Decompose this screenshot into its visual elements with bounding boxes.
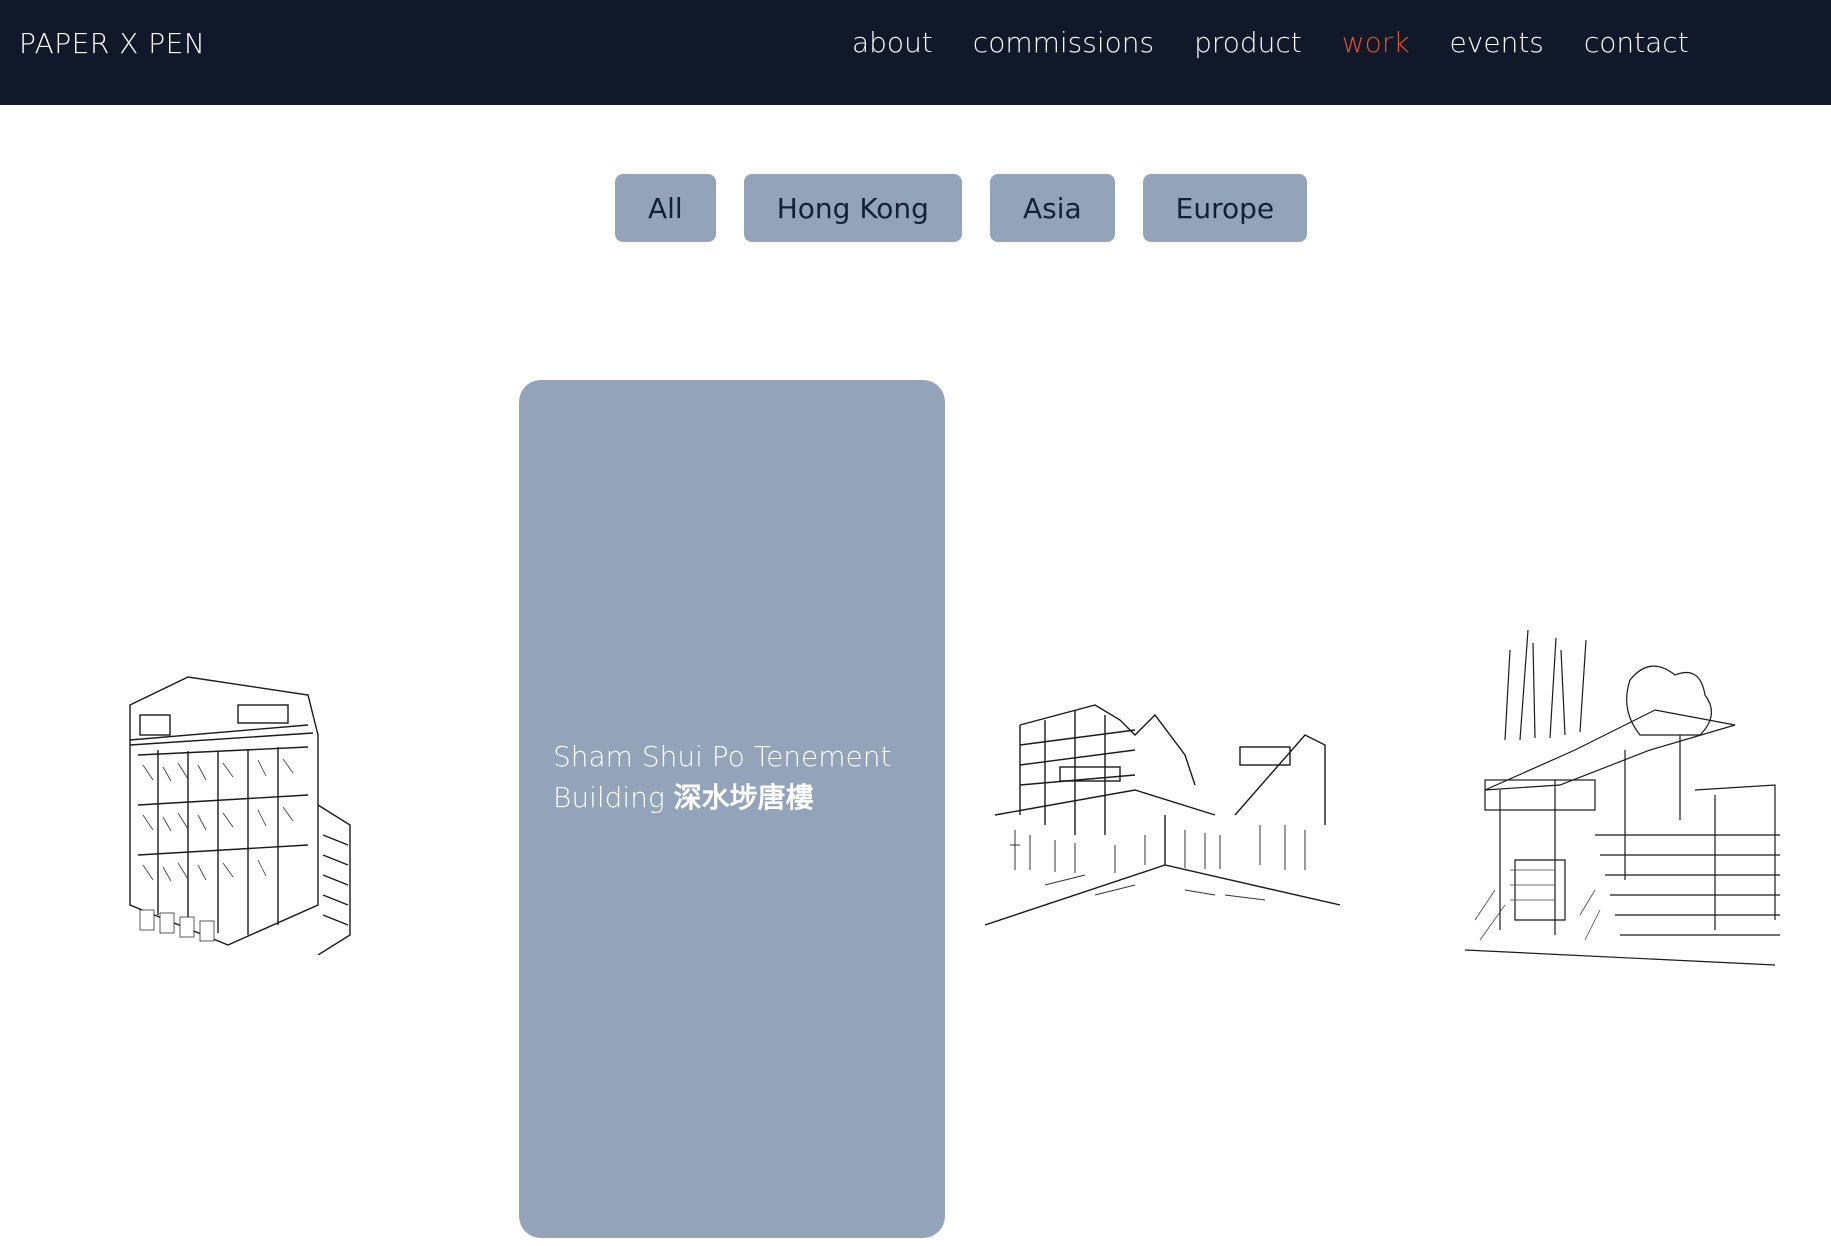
filter-all-button[interactable]: All (615, 174, 716, 242)
filter-asia-button[interactable]: Asia (989, 174, 1115, 242)
site-logo-text[interactable]: PAPER X PEN (19, 27, 205, 60)
market-street-sketch-image (985, 704, 1340, 926)
region-filter-bar: All Hong Kong Asia Europe (615, 174, 1308, 242)
featured-work-title: Sham Shui Po Tenement Building 深水埗唐樓 (553, 736, 915, 818)
nav-work-link[interactable]: work (1342, 26, 1410, 66)
nav-contact-link[interactable]: contact (1584, 26, 1689, 66)
filter-europe-button[interactable]: Europe (1142, 174, 1308, 242)
stall-sketch-image (129, 676, 351, 955)
hillside-stall-sketch-image (1465, 629, 1780, 966)
nav-commissions-link[interactable]: commissions (973, 26, 1154, 66)
gallery-item-hillside-stall-sketch[interactable] (1465, 620, 1785, 980)
nav-about-link[interactable]: about (852, 26, 933, 66)
gallery-item-market-street-sketch[interactable] (985, 695, 1340, 940)
featured-work-title-cjk: 深水埗唐樓 (673, 781, 814, 814)
nav-product-link[interactable]: product (1194, 26, 1302, 66)
nav-events-link[interactable]: events (1450, 26, 1544, 66)
gallery-item-stall-sketch[interactable] (118, 655, 353, 955)
filter-hong-kong-button[interactable]: Hong Kong (743, 174, 962, 242)
featured-work-card[interactable]: Sham Shui Po Tenement Building 深水埗唐樓 (519, 380, 945, 1238)
main-nav: about commissions product work events co… (852, 26, 1689, 66)
top-navigation-bar: PAPER X PEN about commissions product wo… (0, 0, 1831, 105)
